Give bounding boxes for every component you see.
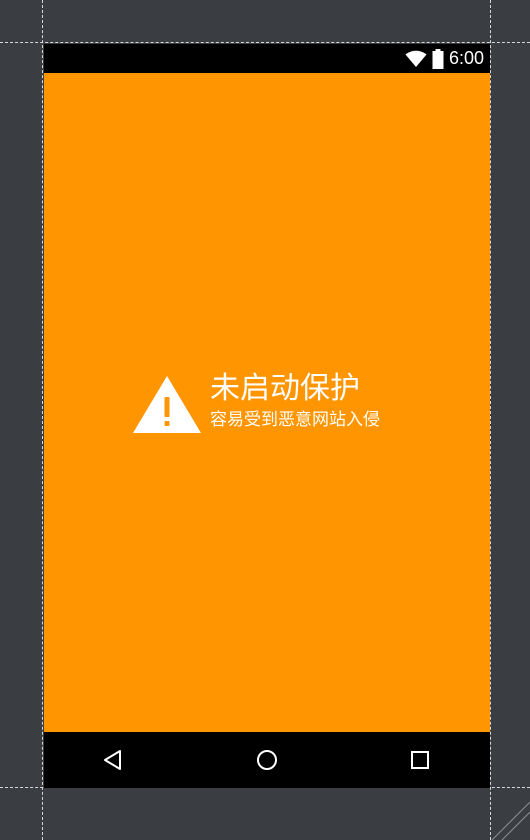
guide-line-right (490, 0, 491, 840)
layout-preview-canvas: 6:00 未启动保护 容易受到恶意网站入侵 (0, 0, 530, 840)
phone-screen: 6:00 未启动保护 容易受到恶意网站入侵 (44, 44, 490, 788)
status-bar: 6:00 (44, 44, 490, 73)
resize-corner-icon[interactable] (490, 800, 530, 840)
guide-line-top (0, 42, 530, 43)
recents-button[interactable] (392, 732, 448, 788)
navigation-bar (44, 732, 490, 788)
warning-triangle-icon (133, 376, 201, 433)
home-button[interactable] (239, 732, 295, 788)
back-button[interactable] (85, 732, 141, 788)
status-time: 6:00 (448, 48, 484, 68)
warning-title: 未启动保护 (210, 371, 360, 406)
protection-status-screen: 未启动保护 容易受到恶意网站入侵 (44, 73, 490, 732)
back-icon (104, 750, 121, 770)
status-icons: 6:00 (405, 44, 484, 73)
warning-subtitle: 容易受到恶意网站入侵 (210, 410, 380, 430)
home-icon (257, 750, 277, 770)
battery-icon (432, 48, 444, 69)
warning-text-group: 未启动保护 容易受到恶意网站入侵 (210, 369, 420, 431)
guide-line-left (42, 0, 43, 840)
wifi-icon (405, 50, 427, 67)
protection-warning: 未启动保护 容易受到恶意网站入侵 (132, 369, 412, 439)
recents-icon (411, 751, 429, 769)
